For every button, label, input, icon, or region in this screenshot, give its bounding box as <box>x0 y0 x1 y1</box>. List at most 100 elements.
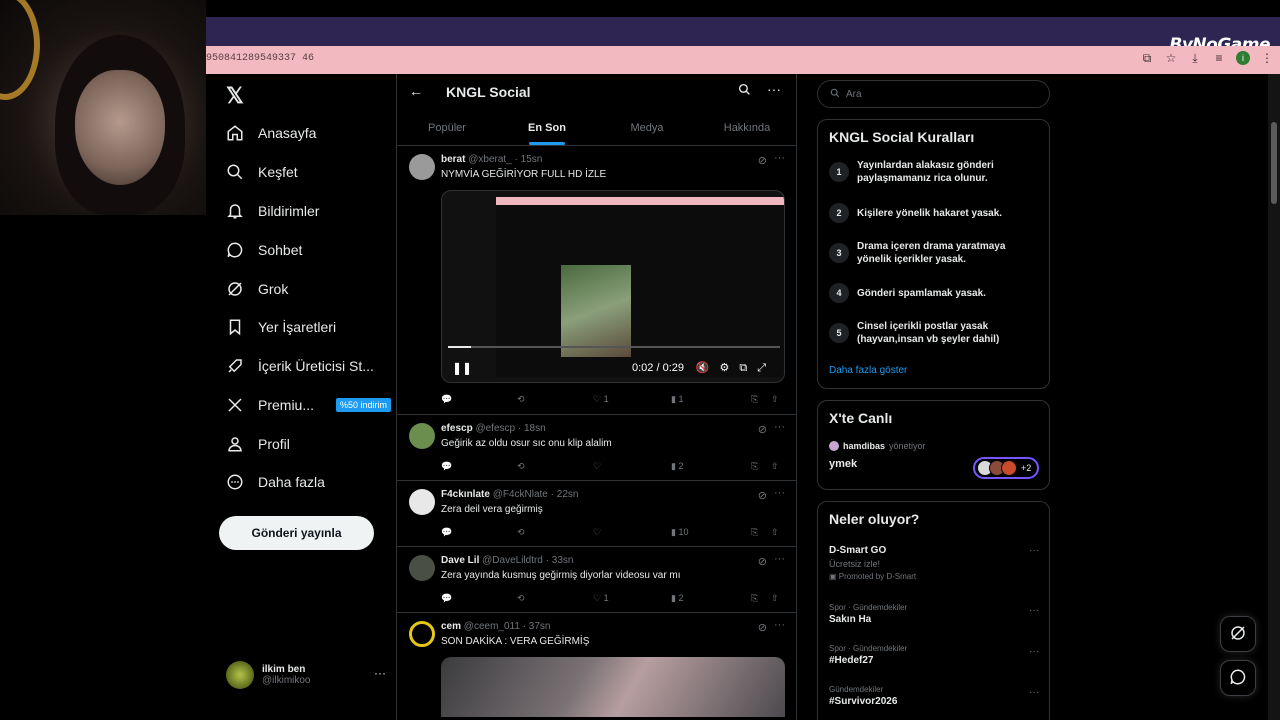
post[interactable]: F4ckınlate @F4ckNlate · 22sn ⊘ ··· Zera … <box>397 481 797 547</box>
views-icon[interactable]: ▮ 2 <box>671 461 683 472</box>
author-handle[interactable]: @ceem_011 <box>464 621 520 632</box>
video-progress-bar[interactable] <box>448 346 780 348</box>
share-icon[interactable]: ⇧ <box>771 593 779 604</box>
author-handle[interactable]: @efescp <box>475 423 515 434</box>
nav-item-explore[interactable]: Keşfet <box>226 157 298 187</box>
author-handle[interactable]: @xberat_ <box>468 154 512 165</box>
ellipsis-icon[interactable]: ··· <box>774 421 785 433</box>
ellipsis-icon[interactable]: ··· <box>774 152 785 164</box>
grok-fab-button[interactable] <box>1220 616 1256 652</box>
trend-item[interactable]: Spor · Gündemdekiler Sakın Ha ··· <box>829 603 1039 625</box>
views-icon[interactable]: ▮ 10 <box>671 527 688 538</box>
install-icon[interactable]: ⧉ <box>1140 51 1154 65</box>
account-switcher[interactable]: ilkim ben @ilkimikoo ··· <box>226 660 386 690</box>
nav-item-premium[interactable]: Premiu... %50 indirim <box>226 390 392 420</box>
share-icon[interactable]: ⇧ <box>771 461 779 472</box>
author-handle[interactable]: @F4ckNlate <box>493 489 548 500</box>
ellipsis-icon[interactable]: ··· <box>767 81 781 97</box>
nav-item-grok[interactable]: Grok <box>226 274 288 304</box>
repost-icon[interactable]: ⟲ <box>517 461 525 472</box>
post-image[interactable] <box>441 657 785 717</box>
live-listeners[interactable]: +2 <box>973 457 1039 479</box>
ellipsis-icon[interactable]: ··· <box>1029 646 1039 657</box>
ellipsis-icon[interactable]: ··· <box>774 619 785 631</box>
ellipsis-icon[interactable]: ··· <box>1029 605 1039 616</box>
grok-icon[interactable]: ⊘ <box>758 423 767 436</box>
pause-icon[interactable]: ❚❚ <box>452 361 472 375</box>
repost-icon[interactable]: ⟲ <box>517 593 525 604</box>
nav-item-more[interactable]: Daha fazla <box>226 467 325 497</box>
tab-media[interactable]: Medya <box>597 110 697 145</box>
video-player[interactable]: ❚❚ 0:02 / 0:29 🔇⚙⧉⤢ <box>441 190 785 383</box>
nav-item-chat[interactable]: Sohbet <box>226 235 302 265</box>
page-scrollbar[interactable] <box>1268 74 1280 720</box>
reply-icon[interactable]: 💬 <box>441 593 452 604</box>
nav-item-home[interactable]: Anasayfa <box>226 118 316 148</box>
author-name[interactable]: Dave Lil <box>441 555 479 566</box>
views-icon[interactable]: ▮ 1 <box>671 394 683 405</box>
ellipsis-icon[interactable]: ··· <box>774 553 785 565</box>
bookmark-icon[interactable]: ⎘ <box>751 593 758 604</box>
like-icon[interactable]: ♡ <box>593 527 601 538</box>
avatar[interactable] <box>409 489 435 515</box>
nav-item-profile[interactable]: Profil <box>226 429 290 459</box>
author-name[interactable]: efescp <box>441 423 473 434</box>
menu-icon[interactable]: ⋮ <box>1260 51 1274 65</box>
nav-item-notifications[interactable]: Bildirimler <box>226 196 319 226</box>
avatar[interactable] <box>409 423 435 449</box>
address-url[interactable]: 950841289549337 46 <box>206 53 314 64</box>
bookmark-icon[interactable]: ⎘ <box>751 461 758 472</box>
post[interactable]: berat @xberat_ · 15sn ⊘ ··· NYMVİA GEĞİR… <box>397 146 797 415</box>
share-icon[interactable]: ⇧ <box>771 527 779 538</box>
live-card[interactable]: X'te Canlı hamdibas yönetiyor ymek +2 <box>817 400 1050 490</box>
grok-icon[interactable]: ⊘ <box>758 489 767 502</box>
like-icon[interactable]: ♡ 1 <box>593 394 609 405</box>
trend-item[interactable]: Spor · Gündemdekiler #Hedef27 ··· <box>829 644 1039 666</box>
browser-address-bar[interactable]: 950841289549337 46 ⧉ ☆ ⤓ ≡ i ⋮ <box>206 46 1280 74</box>
post-button[interactable]: Gönderi yayınla <box>219 516 374 550</box>
post[interactable]: Dave Lil @DaveLildtrd · 33sn ⊘ ··· Zera … <box>397 547 797 613</box>
star-icon[interactable]: ☆ <box>1164 51 1178 65</box>
avatar[interactable] <box>409 621 435 647</box>
trend-item[interactable]: Gündemdekiler #Survivor2026 ··· <box>829 685 1039 707</box>
search-input[interactable]: Ara <box>817 80 1050 108</box>
like-icon[interactable]: ♡ <box>593 461 601 472</box>
repost-icon[interactable]: ⟲ <box>517 394 525 405</box>
like-icon[interactable]: ♡ 1 <box>593 593 609 604</box>
download-icon[interactable]: ⤓ <box>1188 51 1202 65</box>
search-icon[interactable] <box>738 83 751 99</box>
post[interactable]: cem @ceem_011 · 37sn ⊘ ··· SON DAKİKA : … <box>397 613 797 720</box>
author-name[interactable]: cem <box>441 621 461 632</box>
x-logo-icon[interactable]: 𝕏 <box>226 84 250 108</box>
profile-icon[interactable]: i <box>1236 51 1250 65</box>
scrollbar-thumb[interactable] <box>1271 122 1277 204</box>
author-handle[interactable]: @DaveLildtrd <box>482 555 543 566</box>
reply-icon[interactable]: 💬 <box>441 527 452 538</box>
video-controls[interactable]: 🔇⚙⧉⤢ <box>696 361 776 375</box>
bookmark-icon[interactable]: ⎘ <box>751 527 758 538</box>
grok-icon[interactable]: ⊘ <box>758 154 767 167</box>
media-icon[interactable]: ≡ <box>1212 51 1226 65</box>
bookmark-icon[interactable]: ⎘ <box>751 394 758 405</box>
author-name[interactable]: berat <box>441 154 465 165</box>
views-icon[interactable]: ▮ 2 <box>671 593 683 604</box>
trend-item[interactable]: D-Smart GO Ücretsiz izle! ▣ Promoted by … <box>829 543 1039 581</box>
back-arrow-icon[interactable]: ← <box>409 83 423 99</box>
tab-popular[interactable]: Popüler <box>397 110 497 145</box>
repost-icon[interactable]: ⟲ <box>517 527 525 538</box>
tab-latest[interactable]: En Son <box>497 110 597 145</box>
ellipsis-icon[interactable]: ··· <box>1029 687 1039 698</box>
share-icon[interactable]: ⇧ <box>771 394 779 405</box>
ellipsis-icon[interactable]: ··· <box>1029 545 1039 556</box>
avatar[interactable] <box>409 154 435 180</box>
reply-icon[interactable]: 💬 <box>441 461 452 472</box>
nav-item-creator-studio[interactable]: İçerik Üreticisi St... <box>226 351 374 381</box>
chat-fab-button[interactable] <box>1220 660 1256 696</box>
avatar[interactable] <box>409 555 435 581</box>
grok-icon[interactable]: ⊘ <box>758 555 767 568</box>
ellipsis-icon[interactable]: ··· <box>774 487 785 499</box>
nav-item-bookmarks[interactable]: Yer İşaretleri <box>226 312 336 342</box>
tab-about[interactable]: Hakkında <box>697 110 797 145</box>
grok-icon[interactable]: ⊘ <box>758 621 767 634</box>
author-name[interactable]: F4ckınlate <box>441 489 490 500</box>
